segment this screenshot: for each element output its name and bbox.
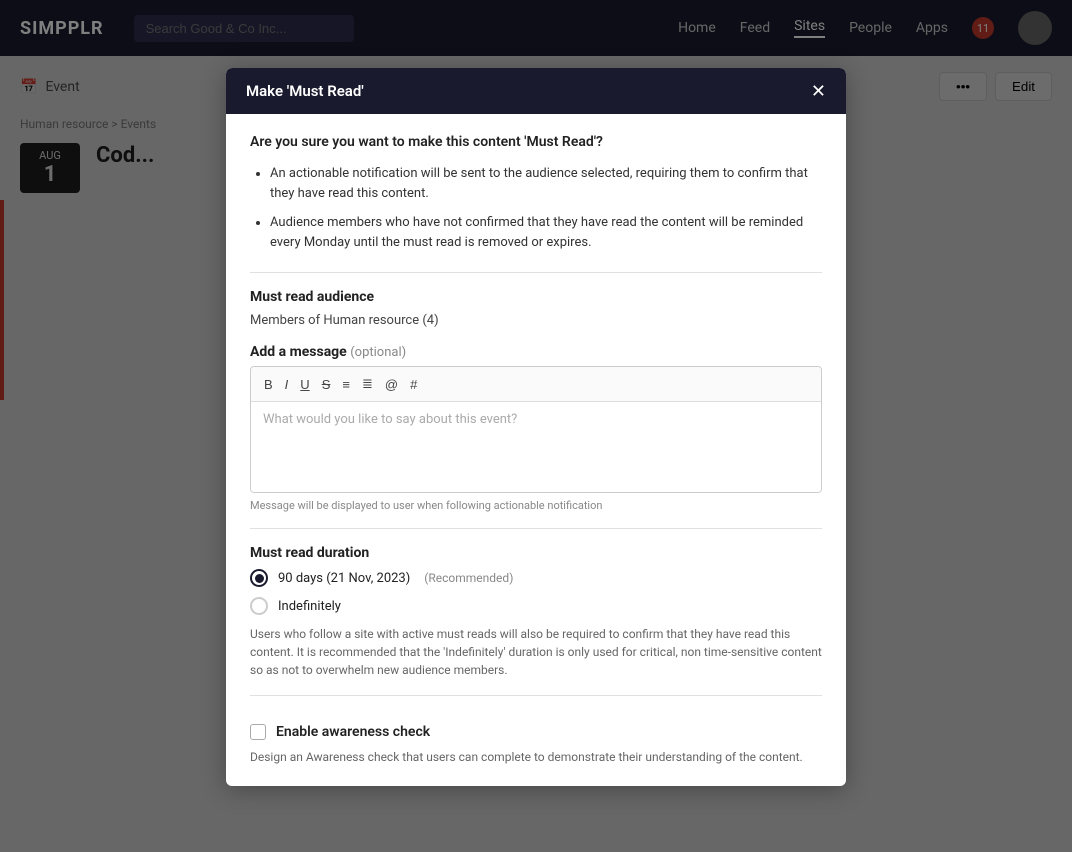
modal-header: Make 'Must Read' ✕: [226, 68, 846, 114]
radio-90days[interactable]: [250, 569, 268, 587]
radio-indefinitely[interactable]: [250, 597, 268, 615]
bullet-2: Audience members who have not confirmed …: [270, 213, 822, 252]
mention-button[interactable]: @: [380, 374, 403, 395]
awareness-row: Enable awareness check: [250, 724, 822, 740]
editor-hint: Message will be displayed to user when f…: [250, 499, 822, 512]
modal-dialog: Make 'Must Read' ✕ Are you sure you want…: [226, 68, 846, 786]
duration-section-title: Must read duration: [250, 545, 822, 561]
message-label-row: Add a message (optional): [250, 344, 822, 360]
awareness-description: Design an Awareness check that users can…: [250, 748, 822, 766]
awareness-checkbox[interactable]: [250, 724, 266, 740]
awareness-label: Enable awareness check: [276, 724, 430, 740]
unordered-list-button[interactable]: ≡: [337, 374, 355, 395]
awareness-section: Enable awareness check Design an Awarene…: [250, 712, 822, 766]
audience-value: Members of Human resource (4): [250, 313, 822, 328]
message-editor: B I U S ≡ ≣ @ # What would you like to s…: [250, 366, 822, 493]
strikethrough-button[interactable]: S: [317, 374, 336, 395]
message-textarea[interactable]: What would you like to say about this ev…: [251, 402, 821, 492]
modal-body: Are you sure you want to make this conte…: [226, 114, 846, 786]
divider-1: [250, 272, 822, 273]
divider-2: [250, 528, 822, 529]
divider-3: [250, 695, 822, 696]
bullet-1: An actionable notification will be sent …: [270, 164, 822, 203]
modal-title: Make 'Must Read': [246, 82, 364, 100]
modal-close-button[interactable]: ✕: [811, 82, 826, 100]
ordered-list-button[interactable]: ≣: [357, 373, 378, 395]
bold-button[interactable]: B: [259, 374, 278, 395]
duration-note: Users who follow a site with active must…: [250, 625, 822, 679]
duration-option-90days[interactable]: 90 days (21 Nov, 2023) (Recommended): [250, 569, 822, 587]
modal-question: Are you sure you want to make this conte…: [250, 134, 822, 150]
radio-indefinitely-label: Indefinitely: [278, 599, 341, 614]
message-label: Add a message: [250, 344, 347, 360]
recommended-badge: (Recommended): [424, 571, 513, 585]
audience-section-title: Must read audience: [250, 289, 822, 305]
editor-toolbar: B I U S ≡ ≣ @ #: [251, 367, 821, 402]
hashtag-button[interactable]: #: [405, 374, 422, 395]
italic-button[interactable]: I: [280, 374, 294, 395]
message-optional: (optional): [350, 345, 406, 360]
modal-bullets: An actionable notification will be sent …: [250, 164, 822, 252]
radio-90days-label: 90 days (21 Nov, 2023): [278, 571, 410, 586]
underline-button[interactable]: U: [295, 374, 314, 395]
duration-option-indefinitely[interactable]: Indefinitely: [250, 597, 822, 615]
duration-options: 90 days (21 Nov, 2023) (Recommended) Ind…: [250, 569, 822, 615]
